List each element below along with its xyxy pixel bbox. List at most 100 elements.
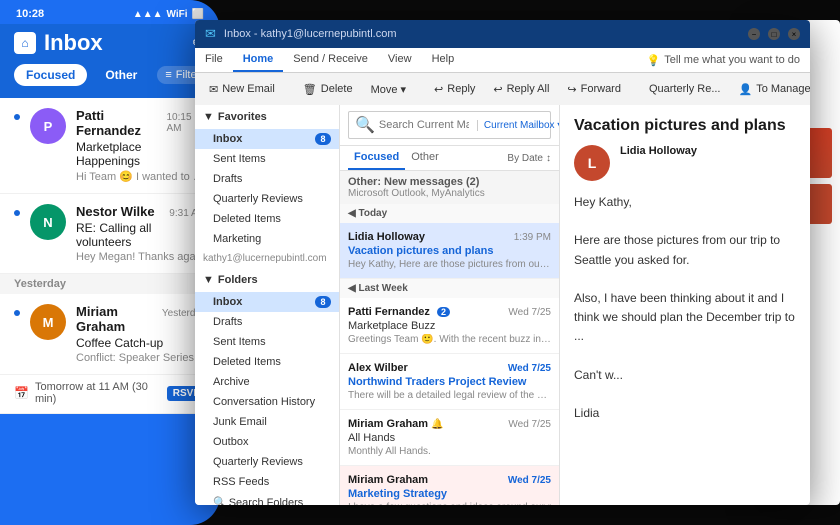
phone-email-item[interactable]: M Miriam Graham Yesterday Coffee Catch-u… xyxy=(0,294,220,375)
folder-item-marketing-fav[interactable]: Marketing xyxy=(195,229,339,249)
phone-focused-tab[interactable]: Focused xyxy=(14,64,87,86)
ribbon-manager-btn[interactable]: 👤 To Manager xyxy=(731,80,811,99)
folder-item-junk[interactable]: Junk Email xyxy=(195,412,339,432)
ribbon-quarterly-btn[interactable]: Quarterly Re... xyxy=(641,80,729,98)
email-list-item[interactable]: Miriam Graham Wed 7/25 Marketing Strateg… xyxy=(340,466,559,505)
other-banner[interactable]: Other: New messages (2) Microsoft Outloo… xyxy=(340,171,559,204)
ribbon-tab-view[interactable]: View xyxy=(378,48,422,72)
email-subject: Marketplace Buzz xyxy=(348,320,551,332)
folder-item-inbox[interactable]: Inbox 8 xyxy=(195,292,339,312)
email-item-header: Miriam Graham Wed 7/25 xyxy=(348,474,551,486)
phone-email-list: P Patti Fernandez 10:15 AM Marketplace H… xyxy=(0,98,220,414)
email-subject: Vacation pictures and plans xyxy=(348,245,551,257)
folder-item-sent-items[interactable]: Sent Items xyxy=(195,332,339,352)
inbox-badge: 8 xyxy=(315,133,331,145)
email-subject: Marketplace Happenings xyxy=(76,140,206,168)
inbox-badge-2: 8 xyxy=(315,296,331,308)
folder-item-rss[interactable]: RSS Feeds xyxy=(195,472,339,492)
calendar-row[interactable]: 📅 Tomorrow at 11 AM (30 min) RSVP xyxy=(0,375,220,414)
email-subject: Northwind Traders Project Review xyxy=(348,376,551,388)
email-sender: Patti Fernandez 2 xyxy=(348,306,450,318)
avatar: N xyxy=(30,204,66,240)
phone-email-content: Patti Fernandez 10:15 AM Marketplace Hap… xyxy=(76,108,206,183)
folder-item-deleted[interactable]: Deleted Items xyxy=(195,352,339,372)
folder-item-search[interactable]: 🔍 Search Folders xyxy=(195,492,339,505)
email-time: 1:39 PM xyxy=(514,232,551,243)
email-sender: Miriam Graham xyxy=(76,304,162,334)
email-list-item[interactable]: Lidia Holloway 1:39 PM Vacation pictures… xyxy=(340,223,559,279)
close-button[interactable]: × xyxy=(788,28,800,40)
ribbon-delete-btn[interactable]: 🗑 Delete xyxy=(295,80,361,99)
email-other-tab[interactable]: Other xyxy=(405,146,445,170)
email-list-item[interactable]: Miriam Graham 🔔 Wed 7/25 All Hands Month… xyxy=(340,410,559,466)
email-list-sort[interactable]: By Date ↕ xyxy=(507,153,551,164)
ribbon-tab-sendreceive[interactable]: Send / Receive xyxy=(283,48,378,72)
email-time: Wed 7/25 xyxy=(508,307,551,318)
email-sender: Miriam Graham xyxy=(348,474,428,486)
email-list-item[interactable]: Patti Fernandez 2 Wed 7/25 Marketplace B… xyxy=(340,298,559,354)
email-subject: All Hands xyxy=(348,432,551,444)
folder-item-archive[interactable]: Archive xyxy=(195,372,339,392)
ribbon-forward-btn[interactable]: ↪ Forward xyxy=(559,80,629,99)
phone-other-tab[interactable]: Other xyxy=(93,64,149,86)
phone-tabs-row: Focused Other ≡ Filter xyxy=(14,64,206,86)
desktop-outlook: ✉ Inbox - kathy1@lucernepubintl.com − □ … xyxy=(195,20,810,505)
email-sender: Patti Fernandez xyxy=(76,108,166,138)
email-focused-tab[interactable]: Focused xyxy=(348,146,405,170)
phone-home-icon: ⌂ xyxy=(14,32,36,54)
folder-item-drafts-fav[interactable]: Drafts xyxy=(195,169,339,189)
email-list-item[interactable]: Alex Wilber Wed 7/25 Northwind Traders P… xyxy=(340,354,559,410)
maximize-button[interactable]: □ xyxy=(768,28,780,40)
unread-dot xyxy=(14,210,20,216)
folder-item-quarterly-fav[interactable]: Quarterly Reviews xyxy=(195,189,339,209)
folder-item-sent[interactable]: Sent Items xyxy=(195,149,339,169)
folder-item-conversation[interactable]: Conversation History xyxy=(195,392,339,412)
ribbon-tell-me[interactable]: 💡 Tell me what you want to do xyxy=(637,48,810,72)
email-preview: Greetings Team 🙂. With the recent buzz i… xyxy=(348,334,551,345)
phone-email-item[interactable]: P Patti Fernandez 10:15 AM Marketplace H… xyxy=(0,98,220,194)
search-folder-icon: 🔍 xyxy=(213,496,227,505)
ribbon-reply-all-btn[interactable]: ↩ Reply All xyxy=(485,80,557,99)
search-input[interactable] xyxy=(379,119,469,131)
folder-item-outbox[interactable]: Outbox xyxy=(195,432,339,452)
folder-item-quarterly[interactable]: Quarterly Reviews xyxy=(195,452,339,472)
ribbon-tab-help[interactable]: Help xyxy=(422,48,465,72)
delete-icon: 🗑 xyxy=(303,83,317,96)
ribbon-tab-home[interactable]: Home xyxy=(233,48,284,72)
ribbon-tab-file[interactable]: File xyxy=(195,48,233,72)
minimize-button[interactable]: − xyxy=(748,28,760,40)
phone-email-item[interactable]: N Nestor Wilke 9:31 AM RE: Calling all v… xyxy=(0,194,220,274)
battery-icon: ⬜ xyxy=(192,9,204,20)
folder-pane: ▼ Favorites Inbox 8 Sent Items Drafts Qu… xyxy=(195,105,340,505)
ribbon-reply-btn[interactable]: ↩ Reply xyxy=(426,80,483,99)
folder-item-deleted-fav[interactable]: Deleted Items xyxy=(195,209,339,229)
new-email-icon: ✉ xyxy=(209,83,218,96)
calendar-text: Tomorrow at 11 AM (30 min) xyxy=(35,381,161,405)
ribbon-move-btn[interactable]: Move ▾ xyxy=(363,80,414,99)
outlook-main: ▼ Favorites Inbox 8 Sent Items Drafts Qu… xyxy=(195,105,810,505)
ribbon-new-email-btn[interactable]: ✉ New Email xyxy=(201,80,283,99)
folder-item-drafts[interactable]: Drafts xyxy=(195,312,339,332)
ribbon-actions: ✉ New Email 🗑 Delete Move ▾ ↩ Reply ↩ Re… xyxy=(195,73,810,105)
email-preview: Hi Team 😊 I wanted to share an interesti… xyxy=(76,170,206,183)
email-sender: Alex Wilber xyxy=(348,362,408,374)
email-item-header: Alex Wilber Wed 7/25 xyxy=(348,362,551,374)
last-week-section-header: ◀ Last Week xyxy=(340,279,559,298)
favorites-header[interactable]: ▼ Favorites xyxy=(195,105,339,129)
unread-dot xyxy=(14,114,20,120)
filter-icon: ≡ xyxy=(165,69,171,81)
email-address-label: kathy1@lucernepubintl.com xyxy=(195,249,339,268)
reading-body-line: Here are those pictures from our trip to… xyxy=(574,231,796,269)
wifi-icon: WiFi xyxy=(167,9,188,20)
email-time: Wed 7/25 xyxy=(508,363,551,374)
email-preview: There will be a detailed legal review of… xyxy=(348,390,551,401)
search-icon: 🔍 xyxy=(355,115,375,135)
home-icon-inner: ⌂ xyxy=(21,36,28,50)
folders-header[interactable]: ▼ Folders xyxy=(195,268,339,292)
avatar: P xyxy=(30,108,66,144)
folder-item-inbox-fav[interactable]: Inbox 8 xyxy=(195,129,339,149)
email-preview: Hey Megan! Thanks again for setting this… xyxy=(76,251,206,263)
current-mailbox-label[interactable]: Current Mailbox ▾ xyxy=(477,120,560,131)
email-list-tabs: Focused Other By Date ↕ xyxy=(340,146,559,171)
search-box[interactable]: 🔍 Current Mailbox ▾ xyxy=(348,111,551,139)
